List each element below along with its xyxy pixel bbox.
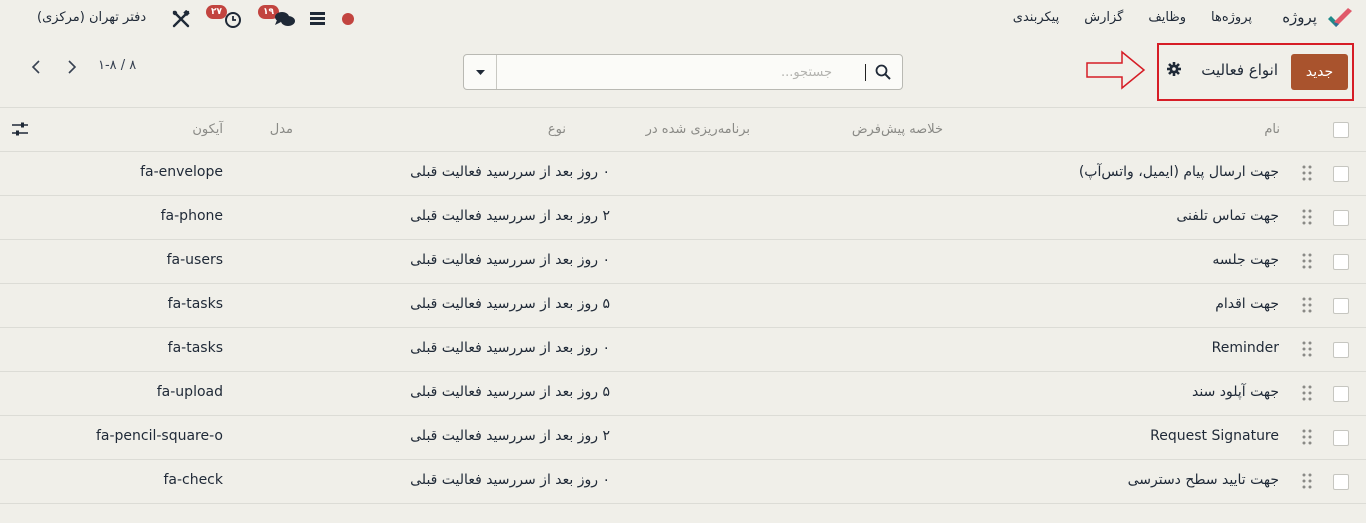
- chat-icon[interactable]: [274, 10, 296, 28]
- pager-value[interactable]: ۱-۸ / ۸: [98, 58, 136, 73]
- tools-icon[interactable]: [172, 10, 190, 28]
- drag-handle-icon[interactable]: [1302, 473, 1312, 489]
- drag-handle-icon[interactable]: [1302, 209, 1312, 225]
- cell-scheduled: ۰ روز بعد از سررسید فعالیت قبلی: [410, 472, 610, 488]
- drag-handle-icon[interactable]: [1302, 165, 1312, 181]
- cell-icon: fa-pencil-square-o: [95, 428, 223, 444]
- row-checkbox[interactable]: [1333, 430, 1349, 446]
- column-header-name[interactable]: نام: [1264, 122, 1280, 137]
- cell-scheduled: ۵ روز بعد از سررسید فعالیت قبلی: [410, 384, 610, 400]
- drag-handle-icon[interactable]: [1302, 253, 1312, 269]
- cell-icon: fa-tasks: [167, 296, 223, 312]
- row-checkbox[interactable]: [1333, 210, 1349, 226]
- cell-icon: fa-envelope: [140, 164, 223, 180]
- search-options-toggle[interactable]: [464, 55, 497, 89]
- column-header-type[interactable]: نوع: [548, 122, 566, 137]
- activity-types-list: نام خلاصه پیش‌فرض برنامه‌ریزی شده در نوع…: [0, 107, 1366, 504]
- cell-icon: fa-check: [163, 472, 223, 488]
- column-header-summary[interactable]: خلاصه پیش‌فرض: [852, 122, 943, 137]
- cell-icon: fa-users: [166, 252, 223, 268]
- cell-scheduled: ۵ روز بعد از سررسید فعالیت قبلی: [410, 296, 610, 312]
- search-input[interactable]: [498, 56, 866, 88]
- cell-name: Reminder: [1211, 340, 1279, 356]
- cell-name: جهت تماس تلفنی: [1176, 208, 1279, 224]
- table-row[interactable]: Reminder ۰ روز بعد از سررسید فعالیت قبلی…: [0, 328, 1366, 372]
- column-header-icon[interactable]: آیکون: [192, 122, 223, 137]
- cell-name: جهت جلسه: [1212, 252, 1279, 268]
- table-row[interactable]: جهت تایید سطح دسترسی ۰ روز بعد از سررسید…: [0, 460, 1366, 504]
- drag-handle-icon[interactable]: [1302, 385, 1312, 401]
- table-row[interactable]: جهت جلسه ۰ روز بعد از سررسید فعالیت قبلی…: [0, 240, 1366, 284]
- table-row[interactable]: جهت تماس تلفنی ۲ روز بعد از سررسید فعالی…: [0, 196, 1366, 240]
- table-row[interactable]: Request Signature ۲ روز بعد از سررسید فع…: [0, 416, 1366, 460]
- menu-item-tasks[interactable]: وظایف: [1148, 10, 1186, 25]
- search-bar: [463, 54, 903, 90]
- table-header: نام خلاصه پیش‌فرض برنامه‌ریزی شده در نوع…: [0, 108, 1366, 152]
- top-navbar: پروژه پروژه‌ها وظایف گزارش پیکربندی دفتر…: [0, 0, 1366, 38]
- cell-icon: fa-phone: [160, 208, 223, 224]
- cell-icon: fa-tasks: [167, 340, 223, 356]
- company-switcher[interactable]: دفتر تهران (مرکزی): [37, 10, 146, 25]
- cell-scheduled: ۰ روز بعد از سررسید فعالیت قبلی: [410, 252, 610, 268]
- table-row[interactable]: جهت اقدام ۵ روز بعد از سررسید فعالیت قبل…: [0, 284, 1366, 328]
- annotation-arrow-icon: [1086, 50, 1146, 90]
- main-menu: پروژه‌ها وظایف گزارش پیکربندی: [1013, 10, 1252, 25]
- row-checkbox[interactable]: [1333, 474, 1349, 490]
- cell-scheduled: ۰ روز بعد از سررسید فعالیت قبلی: [410, 340, 610, 356]
- caret-down-icon: [476, 70, 485, 75]
- cell-name: Request Signature: [1150, 428, 1279, 444]
- cell-scheduled: ۲ روز بعد از سررسید فعالیت قبلی: [410, 208, 610, 224]
- text-cursor: [865, 64, 866, 81]
- menu-item-projects[interactable]: پروژه‌ها: [1211, 10, 1252, 25]
- row-checkbox[interactable]: [1333, 342, 1349, 358]
- cell-scheduled: ۰ روز بعد از سررسید فعالیت قبلی: [410, 164, 610, 180]
- pager-previous-button[interactable]: [20, 52, 52, 82]
- menu-item-reporting[interactable]: گزارش: [1084, 10, 1123, 25]
- gear-icon[interactable]: [1167, 62, 1181, 76]
- page-title: انواع فعالیت: [1201, 61, 1278, 79]
- menu-item-configuration[interactable]: پیکربندی: [1013, 10, 1059, 25]
- table-row[interactable]: جهت آپلود سند ۵ روز بعد از سررسید فعالیت…: [0, 372, 1366, 416]
- search-icon[interactable]: [875, 64, 891, 80]
- row-checkbox[interactable]: [1333, 254, 1349, 270]
- column-header-scheduled[interactable]: برنامه‌ریزی شده در: [646, 122, 750, 137]
- cell-name: جهت آپلود سند: [1192, 384, 1279, 400]
- row-checkbox[interactable]: [1333, 166, 1349, 182]
- row-checkbox[interactable]: [1333, 386, 1349, 402]
- systray: دفتر تهران (مرکزی) ۲۷ ۱۹: [0, 0, 370, 38]
- cell-scheduled: ۲ روز بعد از سررسید فعالیت قبلی: [410, 428, 610, 444]
- column-header-model[interactable]: مدل: [270, 122, 293, 137]
- logo-icon[interactable]: [1326, 7, 1354, 31]
- new-button[interactable]: جدید: [1291, 54, 1348, 90]
- optional-columns-sliders-icon[interactable]: [12, 121, 28, 137]
- pager-next-button[interactable]: [56, 52, 88, 82]
- drag-handle-icon[interactable]: [1302, 341, 1312, 357]
- clock-icon[interactable]: [224, 11, 242, 29]
- cell-icon: fa-upload: [156, 384, 223, 400]
- cell-name: جهت ارسال پیام (ایمیل، واتس‌آپ): [1078, 164, 1279, 180]
- status-indicator: [342, 13, 354, 25]
- cell-name: جهت تایید سطح دسترسی: [1127, 472, 1279, 488]
- drag-handle-icon[interactable]: [1302, 297, 1312, 313]
- drag-handle-icon[interactable]: [1302, 429, 1312, 445]
- database-icon[interactable]: [310, 11, 325, 26]
- select-all-checkbox[interactable]: [1333, 122, 1349, 138]
- app-name[interactable]: پروژه: [1282, 8, 1317, 26]
- chevron-left-icon: [31, 60, 40, 74]
- row-checkbox[interactable]: [1333, 298, 1349, 314]
- chevron-right-icon: [68, 60, 77, 74]
- cell-name: جهت اقدام: [1215, 296, 1279, 312]
- table-row[interactable]: جهت ارسال پیام (ایمیل، واتس‌آپ) ۰ روز بع…: [0, 152, 1366, 196]
